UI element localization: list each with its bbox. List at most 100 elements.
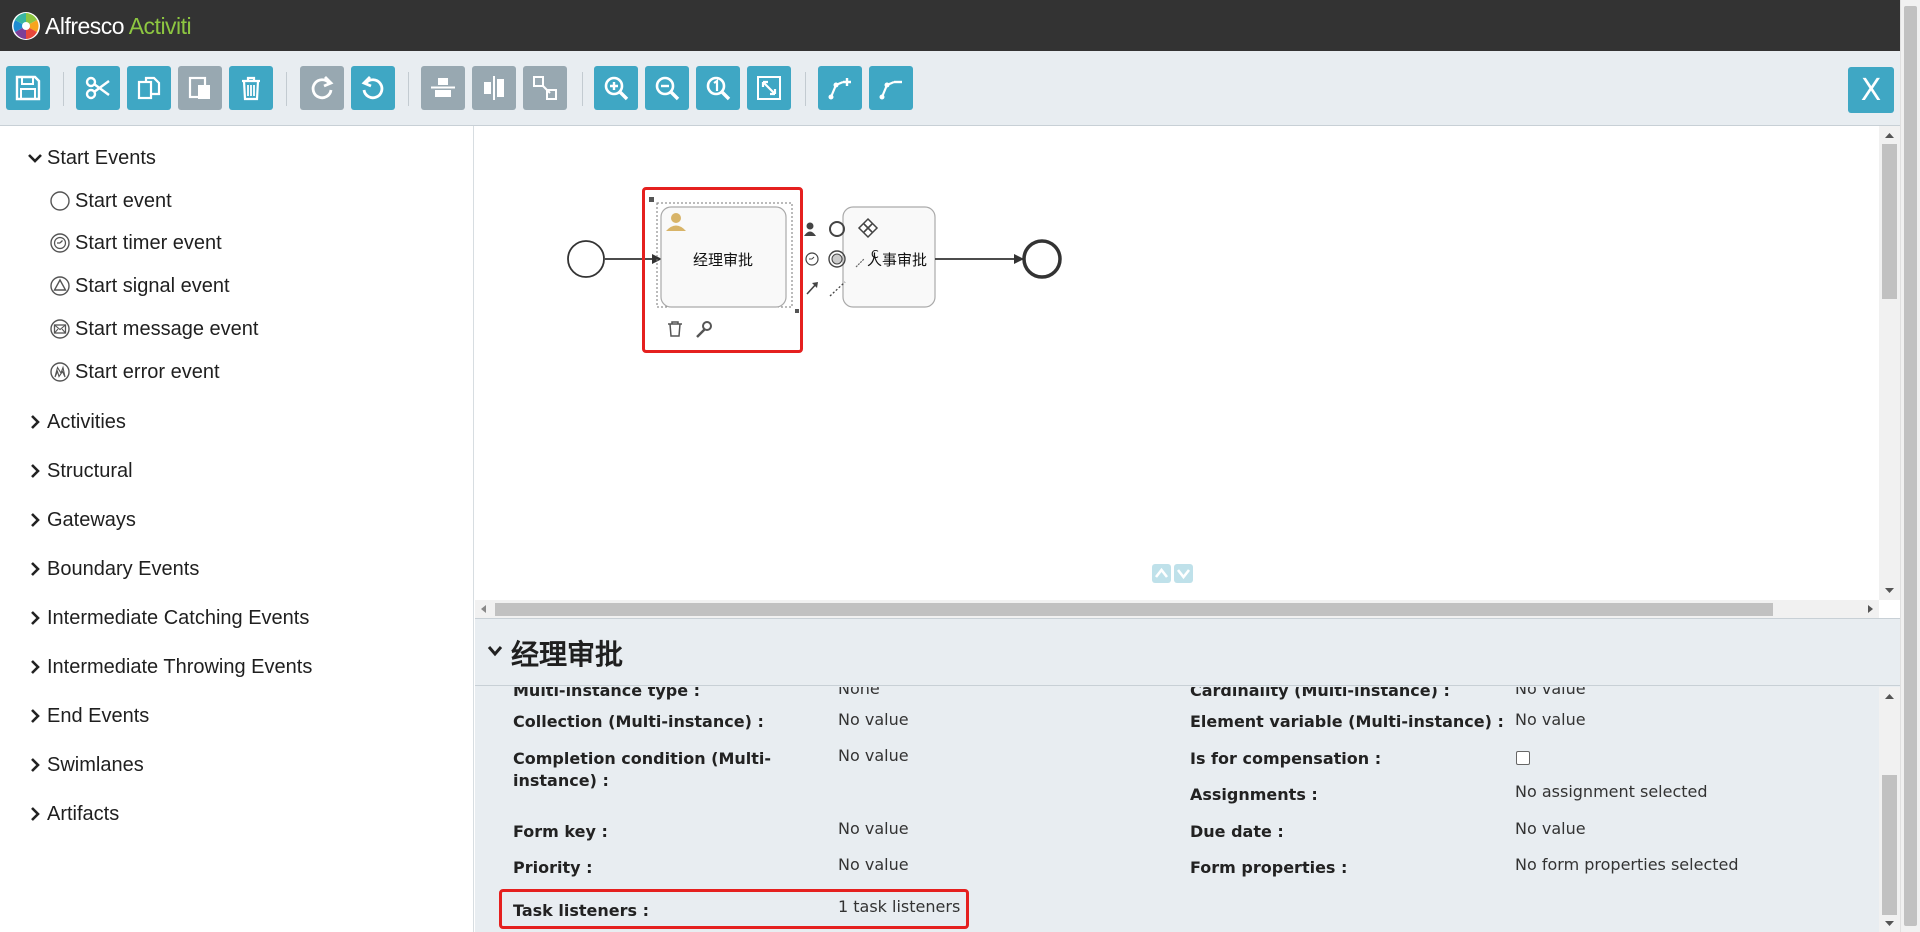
add-bendpoint-button[interactable] — [818, 66, 862, 110]
property-value[interactable]: No value — [838, 854, 909, 876]
property-label: Element variable (Multi-instance) : — [1190, 711, 1504, 733]
palette-group-end-events[interactable]: End Events — [26, 701, 149, 731]
page-scrollbar[interactable] — [1900, 0, 1920, 932]
canvas-vertical-scrollbar-thumb[interactable] — [1882, 144, 1897, 299]
shape-palette: Start Events Start event Start timer eve… — [0, 126, 474, 932]
paste-button[interactable] — [178, 66, 222, 110]
logo-text: Alfresco Activiti — [45, 13, 191, 40]
scroll-up-arrow-icon[interactable] — [1879, 129, 1900, 141]
align-vertical-icon — [479, 73, 509, 103]
palette-group-label: Intermediate Catching Events — [47, 607, 309, 630]
canvas-vertical-scrollbar[interactable] — [1879, 126, 1900, 600]
toolbar-separator — [286, 72, 287, 106]
undo-button[interactable] — [351, 66, 395, 110]
zoom-out-button[interactable] — [645, 66, 689, 110]
palette-group-start-events[interactable]: Start Events — [26, 143, 156, 173]
scroll-up-arrow-icon[interactable] — [1879, 690, 1900, 702]
end-event-shape[interactable] — [1024, 241, 1060, 277]
palette-item-start-message-event[interactable]: Start message event — [49, 314, 258, 344]
palette-item-start-signal-event[interactable]: Start signal event — [49, 271, 230, 301]
scroll-right-arrow-icon[interactable] — [1864, 600, 1876, 618]
chevron-right-icon — [26, 758, 44, 772]
diagram-canvas[interactable]: 经理审批 人事审批 C — [475, 126, 1900, 618]
remove-bendpoint-button[interactable] — [869, 66, 913, 110]
collapse-panel-up-icon[interactable] — [1152, 564, 1171, 583]
palette-group-structural[interactable]: Structural — [26, 456, 133, 486]
property-value[interactable]: No value — [1515, 709, 1586, 731]
cut-button[interactable] — [76, 66, 120, 110]
align-horizontal-button[interactable] — [421, 66, 465, 110]
property-value[interactable]: No value — [1515, 687, 1586, 700]
bpmn-diagram: 经理审批 人事审批 C — [475, 126, 1900, 618]
copy-button[interactable] — [127, 66, 171, 110]
palette-item-start-error-event[interactable]: Start error event — [49, 357, 220, 387]
property-value[interactable]: No value — [838, 709, 909, 731]
expand-panel-down-icon[interactable] — [1174, 564, 1193, 583]
property-value[interactable]: No form properties selected — [1515, 854, 1739, 876]
palette-item-start-timer-event[interactable]: Start timer event — [49, 228, 222, 258]
quick-add-timer-event-icon[interactable] — [806, 253, 818, 265]
scroll-left-arrow-icon[interactable] — [478, 600, 490, 618]
same-size-button[interactable] — [523, 66, 567, 110]
chevron-down-icon[interactable] — [487, 644, 503, 662]
properties-scrollbar-thumb[interactable] — [1882, 775, 1897, 915]
page-scrollbar-thumb[interactable] — [1904, 6, 1917, 926]
is-for-compensation-checkbox[interactable] — [1516, 751, 1530, 765]
zoom-out-icon — [652, 73, 682, 103]
chevron-right-icon — [26, 709, 44, 723]
selection-handle[interactable] — [795, 309, 799, 313]
task-label: 经理审批 — [693, 251, 753, 269]
quick-add-sequence-flow-icon[interactable] — [807, 282, 818, 294]
property-value[interactable]: None — [838, 687, 880, 700]
save-button[interactable] — [6, 66, 50, 110]
trash-icon[interactable] — [668, 322, 682, 336]
alfresco-activiti-logo: Alfresco Activiti — [11, 10, 191, 42]
palette-group-intermediate-catching-events[interactable]: Intermediate Catching Events — [26, 603, 309, 633]
palette-group-boundary-events[interactable]: Boundary Events — [26, 554, 199, 584]
palette-group-artifacts[interactable]: Artifacts — [26, 799, 119, 829]
property-label: Cardinality (Multi-instance) : — [1190, 687, 1450, 702]
property-value[interactable]: No value — [1515, 818, 1586, 840]
zoom-actual-button[interactable] — [696, 66, 740, 110]
quick-add-end-event-icon[interactable] — [830, 222, 844, 236]
user-task-shape[interactable]: 经理审批 — [661, 207, 786, 307]
zoom-fit-icon — [754, 73, 784, 103]
palette-group-activities[interactable]: Activities — [26, 407, 126, 437]
brand-name: Alfresco — [45, 13, 124, 39]
task-listeners-value[interactable]: 1 task listeners — [838, 896, 960, 918]
align-vertical-button[interactable] — [472, 66, 516, 110]
close-editor-button[interactable]: X — [1848, 67, 1894, 113]
quick-add-user-task-icon[interactable] — [804, 223, 816, 237]
message-event-icon — [49, 318, 71, 340]
properties-header[interactable]: 经理审批 — [475, 619, 1900, 686]
wrench-icon[interactable] — [697, 322, 711, 337]
selection-handle[interactable] — [649, 197, 654, 202]
chevron-right-icon — [26, 562, 44, 576]
property-label: Form key : — [513, 821, 608, 843]
palette-group-label: Artifacts — [47, 803, 119, 826]
palette-group-intermediate-throwing-events[interactable]: Intermediate Throwing Events — [26, 652, 312, 682]
start-event-icon — [49, 190, 71, 212]
scroll-down-arrow-icon[interactable] — [1879, 585, 1900, 597]
delete-button[interactable] — [229, 66, 273, 110]
canvas-horizontal-scrollbar-thumb[interactable] — [495, 603, 1773, 616]
start-event-shape[interactable] — [568, 241, 604, 277]
chevron-right-icon — [26, 611, 44, 625]
zoom-in-button[interactable] — [594, 66, 638, 110]
product-name: Activiti — [129, 13, 191, 39]
canvas-horizontal-scrollbar[interactable] — [475, 600, 1879, 618]
property-value[interactable]: No value — [838, 745, 909, 767]
zoom-fit-button[interactable] — [747, 66, 791, 110]
palette-item-start-event[interactable]: Start event — [49, 186, 172, 216]
property-value[interactable]: No value — [838, 818, 909, 840]
chevron-right-icon — [26, 513, 44, 527]
redo-button[interactable] — [300, 66, 344, 110]
property-label: Completion condition (Multi-instance) : — [513, 748, 783, 792]
app-window: Alfresco Activiti — [0, 0, 1920, 932]
scroll-down-arrow-icon[interactable] — [1879, 918, 1900, 930]
property-value[interactable]: No assignment selected — [1515, 781, 1708, 803]
palette-group-swimlanes[interactable]: Swimlanes — [26, 750, 144, 780]
user-task-shape[interactable]: 人事审批 C — [843, 207, 935, 307]
palette-group-gateways[interactable]: Gateways — [26, 505, 136, 535]
properties-scrollbar[interactable] — [1879, 687, 1900, 932]
